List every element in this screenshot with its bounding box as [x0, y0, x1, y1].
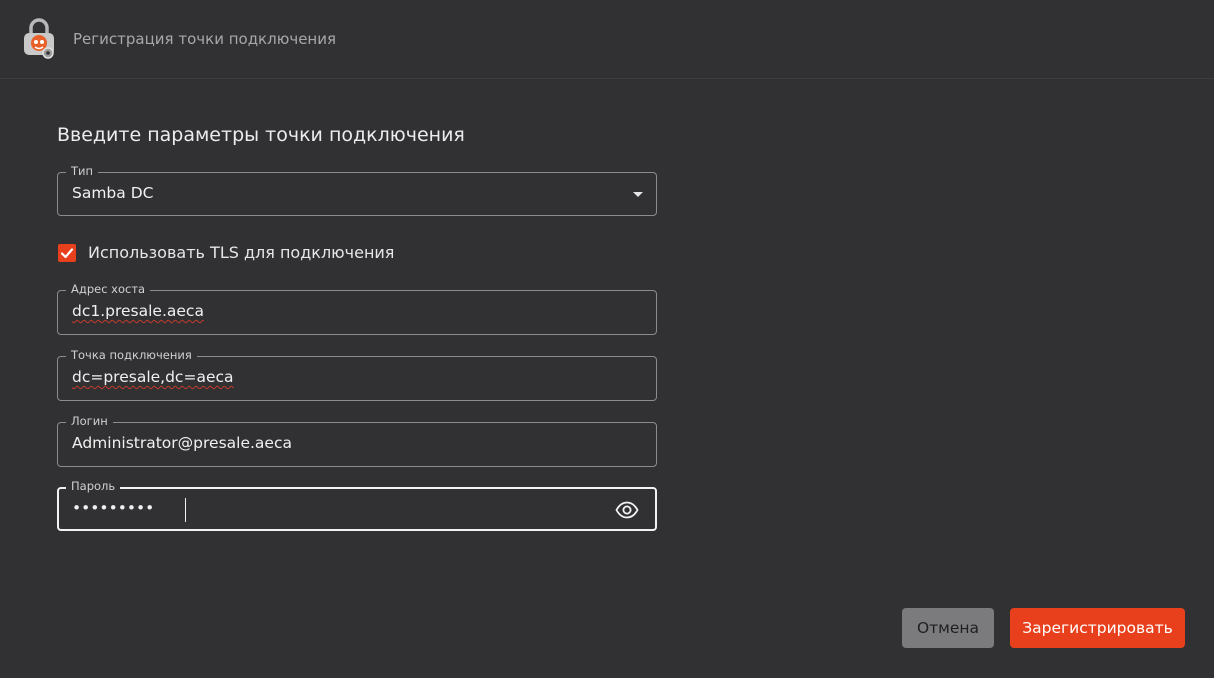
- lock-app-icon: [24, 18, 54, 59]
- eye-icon[interactable]: [615, 500, 639, 520]
- form-heading: Введите параметры точки подключения: [57, 124, 465, 146]
- chevron-down-icon[interactable]: [633, 192, 643, 197]
- checkmark-icon: [60, 248, 74, 259]
- register-button[interactable]: Зарегистрировать: [1010, 608, 1185, 648]
- type-label: Тип: [66, 163, 99, 179]
- host-field[interactable]: Адрес хоста dc1.presale.aeca: [57, 281, 657, 335]
- base-dn-field[interactable]: Точка подключения dc=presale,dc=aeca: [57, 347, 657, 401]
- base-dn-label: Точка подключения: [66, 347, 197, 363]
- host-label: Адрес хоста: [66, 281, 151, 297]
- type-select[interactable]: Тип Samba DC: [57, 163, 657, 216]
- login-label: Логин: [66, 413, 113, 429]
- title-bar: Регистрация точки подключения: [0, 0, 1214, 79]
- host-value: dc1.presale.aeca: [72, 302, 204, 320]
- login-value: Administrator@presale.aeca: [72, 434, 292, 452]
- type-value: Samba DC: [72, 184, 154, 202]
- tls-checkbox-label[interactable]: Использовать TLS для подключения: [88, 243, 394, 262]
- tls-checkbox[interactable]: [58, 244, 76, 262]
- cancel-button[interactable]: Отмена: [902, 608, 994, 648]
- base-dn-value: dc=presale,dc=aeca: [72, 368, 234, 386]
- login-field[interactable]: Логин Administrator@presale.aeca: [57, 413, 657, 467]
- text-cursor: [185, 498, 186, 522]
- password-value: •••••••••: [72, 499, 155, 517]
- password-label: Пароль: [66, 478, 121, 494]
- password-field[interactable]: Пароль •••••••••: [57, 478, 657, 531]
- window-title: Регистрация точки подключения: [73, 30, 337, 48]
